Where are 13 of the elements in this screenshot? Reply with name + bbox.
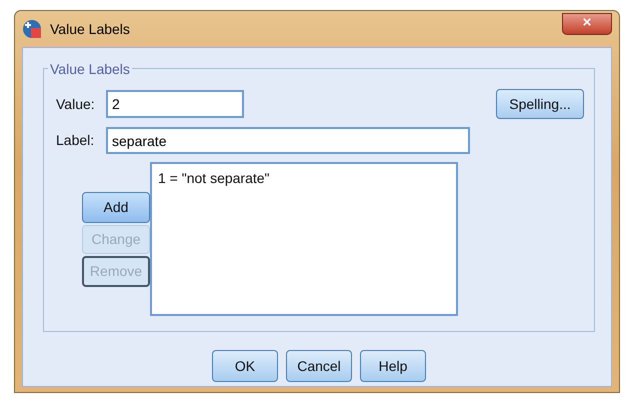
cancel-button[interactable]: Cancel — [286, 350, 352, 382]
window-title: Value Labels — [50, 20, 130, 38]
field-label: Label: — [56, 131, 96, 150]
value-input[interactable]: 2 — [106, 90, 244, 118]
value-label-list[interactable]: 1 = "not separate" — [150, 162, 458, 316]
label-input[interactable]: separate — [106, 127, 470, 154]
app-icon — [22, 19, 42, 39]
spelling-button[interactable]: Spelling... — [496, 89, 584, 119]
field-label: Value: — [56, 94, 96, 114]
help-button[interactable]: Help — [360, 350, 426, 382]
list-item[interactable]: 1 = "not separate" — [158, 168, 450, 189]
add-button[interactable]: Add — [82, 192, 150, 223]
ok-button[interactable]: OK — [212, 350, 278, 382]
